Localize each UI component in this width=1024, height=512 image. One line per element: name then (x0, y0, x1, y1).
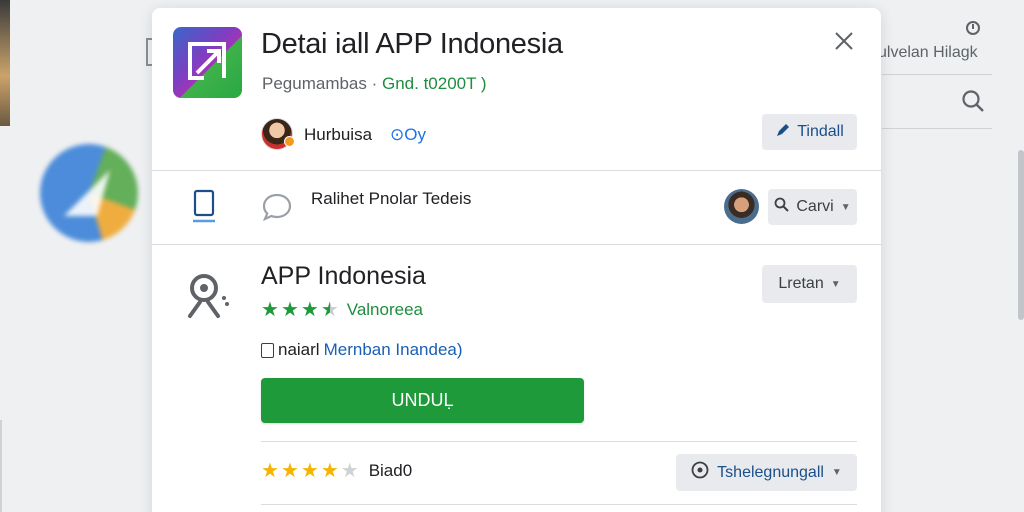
install-action-label: Tindall (797, 123, 844, 140)
search-icon[interactable] (960, 88, 986, 119)
background-divider (0, 420, 2, 512)
row-title: Ralihet Pnolar Tedeis (311, 189, 472, 208)
subtitle-status: Gnd. t0200T ) (382, 74, 487, 93)
user-avatar[interactable] (724, 189, 759, 224)
developer-name[interactable]: Hurbuisa (304, 125, 372, 145)
chevron-down-icon: ▼ (830, 278, 841, 290)
review-rating-label: Biad0 (368, 461, 413, 480)
scrollbar[interactable] (1018, 150, 1024, 320)
clipboard-icon[interactable] (192, 188, 216, 231)
search-dropdown[interactable]: Carvi ▼ (768, 189, 857, 225)
consent-row: naiarl Mernban Inandea) (261, 340, 463, 360)
half-star-icon: ★ (320, 299, 339, 321)
star-icon: ★ (261, 299, 279, 321)
consent-label: naiarl (278, 340, 320, 359)
close-button[interactable] (833, 30, 857, 54)
dialog-title: Detai iall APP Indonesia (261, 28, 563, 60)
comment-icon[interactable] (261, 192, 295, 227)
dialog-subtitle: Pegumambas · Gnd. t0200T ) (262, 74, 487, 94)
divider (882, 74, 992, 75)
divider (261, 504, 857, 505)
verified-icon: ⊙ (390, 125, 405, 144)
sort-dropdown[interactable]: Tshelegnungall ▼ (676, 454, 857, 491)
sort-dropdown-label: Tshelegnungall (717, 463, 824, 481)
divider (152, 244, 881, 245)
developer-badge: ⊙Oy (390, 125, 426, 145)
empty-star-icon: ★ (340, 460, 359, 482)
download-button[interactable]: UNDUḶ (261, 378, 584, 423)
search-dropdown-label: Carvi (796, 198, 834, 215)
consent-link[interactable]: Mernban Inandea) (324, 340, 463, 360)
rating-label: Valnoreea (346, 300, 423, 319)
developer-avatar[interactable] (261, 118, 295, 150)
review-rating: ★ ★ ★ ★ ★ Biad0 (261, 461, 412, 481)
pencil-icon (775, 122, 791, 143)
filter-dropdown-label: Lretan (778, 275, 824, 292)
background-sidebar: ulvelan Hilagk (878, 0, 1024, 512)
star-icon: ★ (261, 460, 279, 482)
subtitle-publisher: Pegumambas · (262, 74, 382, 93)
app-rating: ★ ★ ★ ★ Valnoreea (261, 300, 423, 320)
divider (152, 170, 881, 171)
background-label: ulvelan Hilagk (878, 44, 978, 61)
close-icon (835, 32, 853, 50)
divider (882, 128, 992, 129)
consent-checkbox[interactable] (261, 342, 274, 358)
star-icon: ★ (300, 299, 319, 321)
settings-icon (691, 461, 709, 484)
background-image-strip (0, 0, 10, 126)
star-icon: ★ (280, 299, 299, 321)
chevron-down-icon: ▼ (831, 467, 842, 478)
chevron-down-icon: ▼ (840, 201, 851, 213)
divider (261, 441, 857, 442)
star-icon: ★ (280, 460, 299, 482)
star-icon: ★ (320, 460, 339, 482)
developer-badge-text: Oy (404, 125, 426, 144)
app-icon (173, 27, 242, 98)
filter-dropdown[interactable]: Lretan ▼ (762, 265, 857, 303)
app-name: APP Indonesia (261, 262, 426, 290)
user-search-icon (184, 270, 232, 327)
app-detail-dialog: Detai iall APP Indonesia Pegumambas · Gn… (152, 8, 881, 512)
star-icon: ★ (300, 460, 319, 482)
background-app-logo (40, 144, 138, 242)
install-action-button[interactable]: Tindall (762, 114, 857, 150)
search-icon (774, 197, 790, 217)
